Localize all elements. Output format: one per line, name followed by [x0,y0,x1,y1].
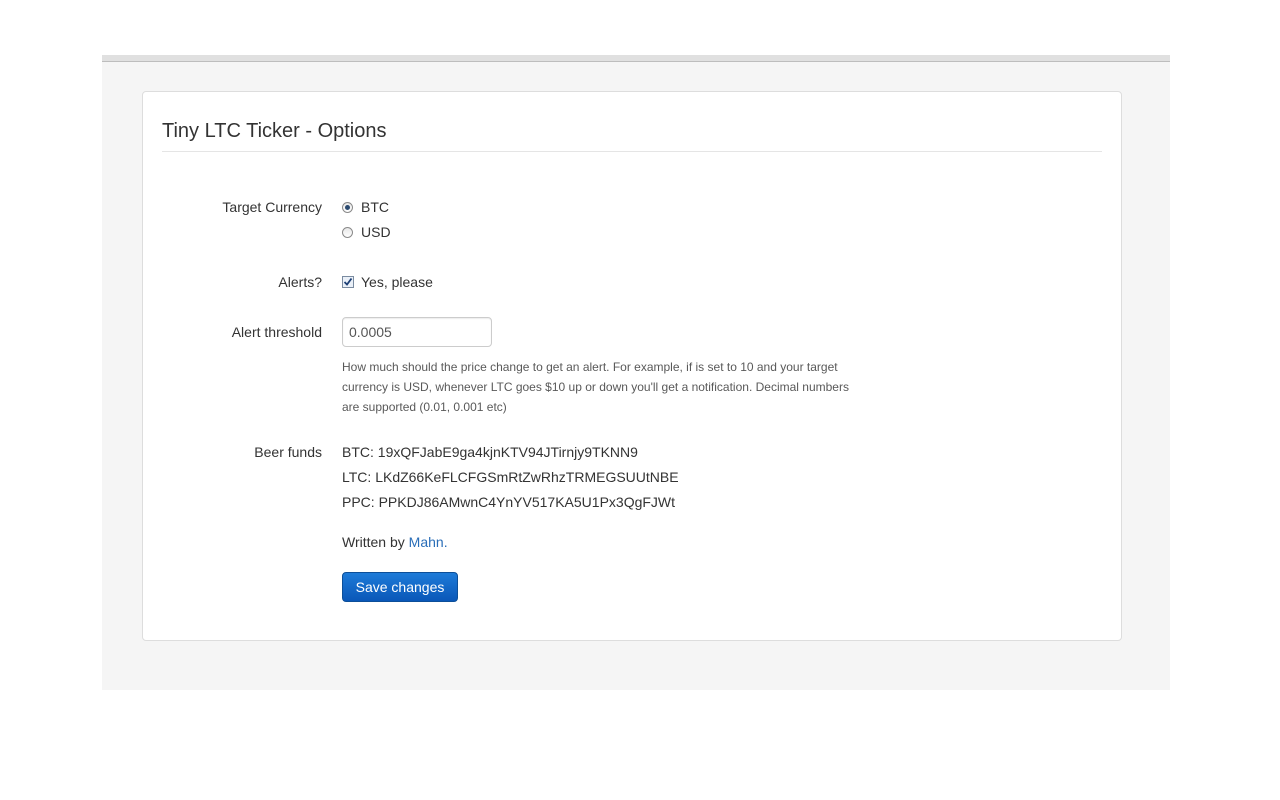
alerts-checkbox-label: Yes, please [361,274,433,290]
credit-prefix: Written by [342,534,409,550]
radio-btc-label: BTC [361,199,389,215]
radio-usd[interactable] [342,226,353,238]
title-divider [162,151,1102,152]
ppc-address: PPC: PPKDJ86AMwnC4YnYV517KA5U1Px3QgFJWt [342,494,676,510]
target-currency-label: Target Currency [222,199,322,215]
ltc-address: LTC: LKdZ66KeFLCFGSmRtZwRhzTRMEGSUUtNBE [342,469,679,485]
checkmark-icon [343,278,353,287]
alerts-option[interactable]: Yes, please [342,272,433,292]
alerts-checkbox[interactable] [342,276,354,289]
radio-option-btc[interactable]: BTC [342,197,389,217]
alert-threshold-input[interactable] [342,317,492,347]
radio-btc[interactable] [342,201,353,213]
radio-usd-label: USD [361,224,391,240]
credit-suffix: . [443,534,448,550]
save-button[interactable]: Save changes [342,572,458,602]
btc-address: BTC: 19xQFJabE9ga4kjnKTV94JTirnjy9TKNN9 [342,444,638,460]
options-panel: Tiny LTC Ticker - Options Target Currenc… [142,91,1122,641]
alerts-label: Alerts? [278,274,322,290]
alert-threshold-label: Alert threshold [231,324,322,340]
radio-option-usd[interactable]: USD [342,222,391,242]
page-background: Tiny LTC Ticker - Options Target Currenc… [102,55,1170,690]
page-title: Tiny LTC Ticker - Options [162,120,387,142]
beer-funds-label: Beer funds [254,444,322,460]
author-credit: Written by Mahn. [342,532,448,552]
alert-threshold-help: How much should the price change to get … [342,360,849,414]
author-link[interactable]: Mahn [409,534,444,550]
